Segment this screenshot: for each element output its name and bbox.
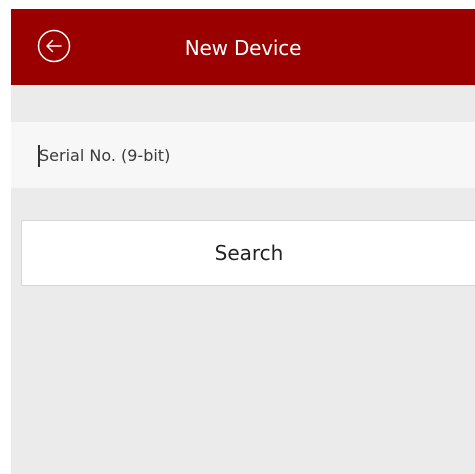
arrow-left-circle-icon — [37, 29, 71, 63]
search-button[interactable]: Search — [21, 220, 475, 286]
text-cursor — [38, 145, 40, 167]
page-title: New Device — [184, 36, 302, 60]
serial-number-input[interactable] — [11, 122, 475, 188]
new-device-screen: New Device Search — [11, 9, 475, 474]
app-header: New Device — [11, 9, 475, 85]
serial-number-field[interactable] — [11, 122, 475, 188]
back-button[interactable] — [37, 29, 71, 63]
